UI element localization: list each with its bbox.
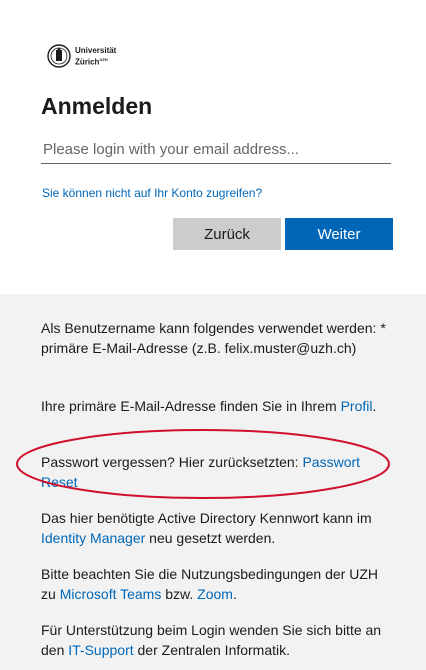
info-panel: Als Benutzername kann folgendes verwende… xyxy=(0,294,426,670)
logo-superscript: UZH xyxy=(99,56,108,62)
uzh-seal-icon xyxy=(47,44,71,68)
info-primary-email: Ihre primäre E-Mail-Adresse finden Sie i… xyxy=(41,398,377,414)
next-button[interactable]: Weiter xyxy=(285,218,393,250)
logo-line-2: ZürichUZH xyxy=(75,56,108,67)
it-support-link[interactable]: IT-Support xyxy=(68,642,133,658)
info-identity-manager: Das hier benötigte Active Directory Kenn… xyxy=(41,510,372,546)
page-title: Anmelden xyxy=(41,93,153,119)
email-field[interactable] xyxy=(41,136,391,164)
cant-access-account-link[interactable]: Sie können nicht auf Ihr Konto zugreifen… xyxy=(42,185,262,201)
identity-manager-link[interactable]: Identity Manager xyxy=(41,530,145,546)
back-button[interactable]: Zurück xyxy=(173,218,281,250)
profile-link[interactable]: Profil xyxy=(341,398,373,414)
logo-line-1: Universität xyxy=(75,45,117,55)
logo-wordmark: Universität ZürichUZH xyxy=(75,46,116,67)
zoom-link[interactable]: Zoom xyxy=(197,586,233,602)
info-terms: Bitte beachten Sie die Nutzungsbedingung… xyxy=(41,566,378,602)
info-support: Für Unterstützung beim Login wenden Sie … xyxy=(41,622,382,658)
microsoft-teams-link[interactable]: Microsoft Teams xyxy=(60,586,162,602)
uzh-logo: Universität ZürichUZH xyxy=(47,43,116,69)
info-username: Als Benutzername kann folgendes verwende… xyxy=(41,320,386,356)
info-password-reset: Passwort vergessen? Hier zurücksetzten: … xyxy=(41,454,361,490)
login-card: Universität ZürichUZH Anmelden Sie könne… xyxy=(0,0,426,294)
